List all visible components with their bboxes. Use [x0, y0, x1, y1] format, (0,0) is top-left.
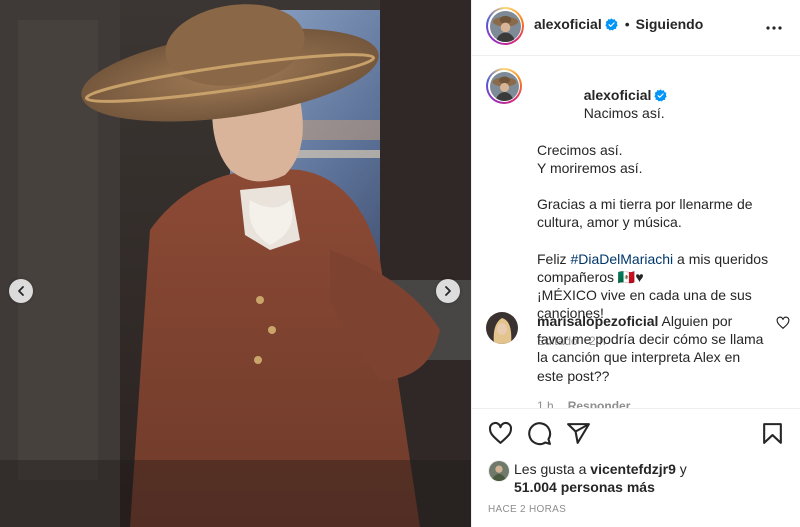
comment-meta: 1 h Responder: [537, 397, 767, 408]
caption-para3-prefix: Feliz: [537, 250, 571, 267]
video-frame-image: [0, 0, 471, 527]
liker-avatar[interactable]: [488, 460, 510, 482]
caption-author-avatar[interactable]: [486, 68, 522, 104]
comment-time[interactable]: 1 h: [537, 397, 554, 408]
verified-badge-icon: [605, 17, 618, 31]
avatar-image: [489, 71, 519, 101]
commenter-avatar[interactable]: [486, 312, 518, 344]
post-media[interactable]: [0, 0, 471, 527]
next-media-button[interactable]: [436, 279, 460, 303]
author-username[interactable]: alexoficial: [534, 16, 602, 32]
share-send-icon[interactable]: [566, 421, 591, 446]
following-button[interactable]: Siguiendo: [636, 16, 704, 32]
chevron-left-icon: [18, 286, 24, 296]
save-bookmark-icon[interactable]: [760, 421, 785, 446]
instagram-post: alexoficial • Siguiendo alexoficial Naci…: [0, 0, 800, 527]
caption-line-2: Crecimos así.: [537, 141, 623, 158]
caption-line-1: Nacimos así.: [583, 105, 665, 122]
post-header: alexoficial • Siguiendo: [472, 0, 800, 56]
like-heart-icon[interactable]: [488, 421, 513, 446]
separator-dot: •: [624, 16, 630, 32]
hashtag-link[interactable]: #DiaDelMariachi: [570, 251, 673, 267]
comments-section[interactable]: alexoficial Nacimos así. Crecimos así. Y…: [472, 56, 800, 408]
likes-text: Les gusta a vicentefdzjr9 y 51.004 perso…: [514, 460, 794, 496]
caption-paragraph-2: Gracias a mi tierra por llenarme de cult…: [537, 196, 757, 231]
verified-badge-icon: [654, 89, 668, 102]
caption-username[interactable]: alexoficial: [584, 87, 652, 103]
post-timestamp[interactable]: Hace 2 horas: [488, 504, 566, 515]
post-actions: Les gusta a vicentefdzjr9 y 51.004 perso…: [472, 408, 800, 527]
more-options-icon[interactable]: [765, 19, 783, 37]
like-comment-heart-icon[interactable]: [776, 316, 790, 330]
caption-paragraph-3: Feliz #DiaDelMariachi a mis queridos com…: [537, 250, 792, 286]
chevron-right-icon: [445, 286, 451, 296]
likes-prefix: Les gusta a: [514, 461, 591, 477]
comment-text: marisalopezoficial Alguien por favor me …: [537, 312, 767, 408]
header-user-info: alexoficial • Siguiendo: [534, 16, 703, 32]
caption-line-3: Y moriremos así.: [537, 160, 643, 177]
avatar-image: [489, 10, 521, 42]
likes-count[interactable]: 51.004 personas más: [514, 479, 655, 495]
caption-text: alexoficial Nacimos así. Crecimos así. Y…: [537, 68, 792, 351]
likes-connector: y: [675, 461, 687, 477]
previous-media-button[interactable]: [9, 279, 33, 303]
comment-bubble-icon[interactable]: [527, 421, 552, 446]
liker-username[interactable]: vicentefdzjr9: [590, 461, 676, 477]
reply-button[interactable]: Responder: [568, 397, 631, 408]
author-avatar[interactable]: [486, 7, 524, 45]
commenter-username[interactable]: marisalopezoficial: [537, 313, 658, 329]
post-side-panel: alexoficial • Siguiendo alexoficial Naci…: [471, 0, 800, 527]
